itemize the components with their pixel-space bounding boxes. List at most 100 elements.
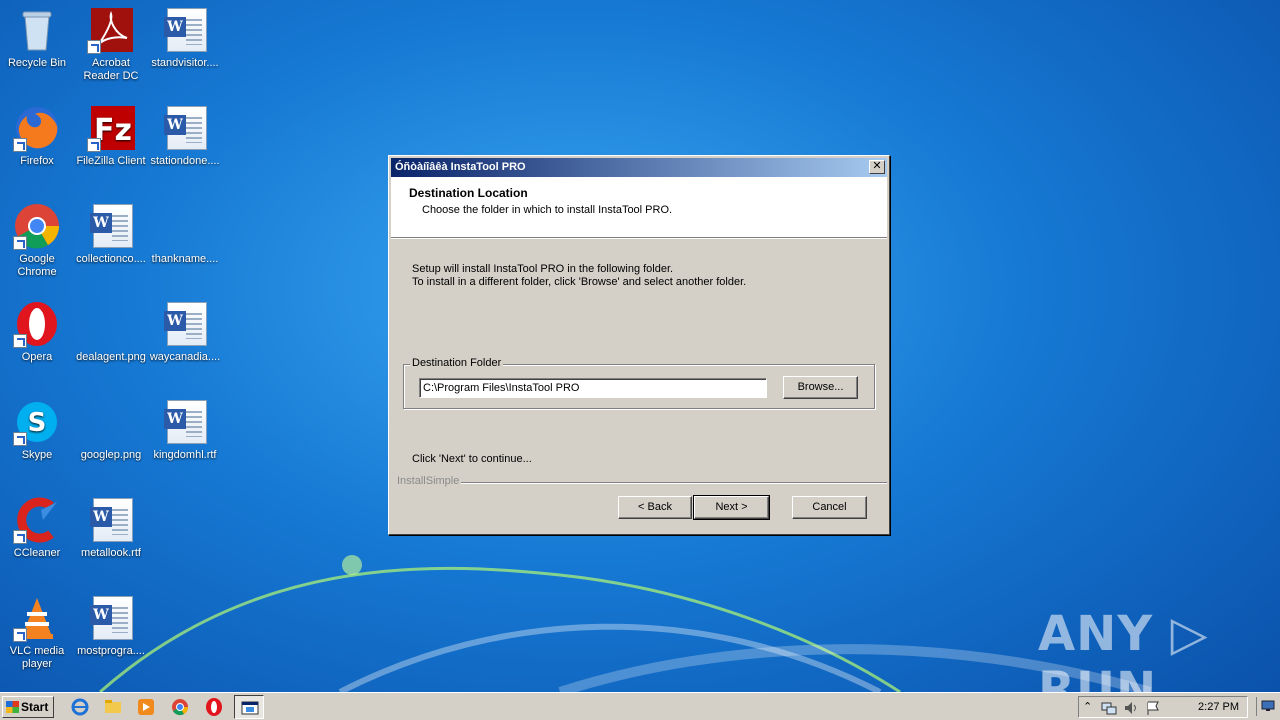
desktop-icon-label: thankname.... [151,253,219,265]
desktop-icon-chrome[interactable]: Google Chrome [0,202,74,279]
word-document-icon: W [87,496,135,544]
desktop-icon-doc[interactable]: W metallook.rtf [74,496,148,560]
installer-icon [241,701,259,715]
desktop-icon-doc[interactable]: W collectionco.... [74,202,148,266]
shortcut-arrow-icon [13,236,27,250]
back-button[interactable]: < Back [618,496,692,519]
desktop-icon-filezilla[interactable]: Fz FileZilla Client [74,104,148,168]
header-divider [391,238,887,239]
internet-explorer-icon[interactable] [70,697,90,717]
desktop-icon-opera[interactable]: Opera [0,300,74,364]
destination-path-input[interactable] [419,378,767,398]
media-player-icon[interactable] [136,697,156,717]
dialog-header-panel: Destination Location Choose the folder i… [391,177,887,238]
word-document-icon: W [161,104,209,152]
opera-taskbar-icon[interactable] [204,697,224,717]
brand-divider [461,482,887,484]
recycle-bin-icon [13,6,61,54]
desktop-icon-doc[interactable]: W waycanadia.... [148,300,222,364]
desktop-icon-label: metallook.rtf [81,547,141,559]
installer-dialog: Óñòàíîâêà InstaTool PRO ✕ Destination Lo… [388,155,890,535]
windows-logo-icon [6,701,19,713]
desktop-icon-label: stationdone.... [150,155,220,167]
start-button[interactable]: Start [2,696,54,718]
word-document-icon: W [87,594,135,642]
next-button[interactable]: Next > [693,495,770,520]
taskbar-installer-button[interactable] [234,695,264,719]
taskbar: Start ⌃ 2:27 PM [0,692,1280,720]
desktop-icon-label: Skype [21,449,53,461]
continue-hint: Click 'Next' to continue... [412,453,532,465]
browse-button[interactable]: Browse... [783,376,858,399]
skype-icon: S [13,398,61,446]
desktop-icon-image[interactable]: dealagent.png [74,300,148,364]
word-document-icon: W [161,398,209,446]
vlc-icon [13,594,61,642]
shortcut-arrow-icon [87,40,101,54]
desktop-icon-label: Acrobat Reader DC [83,57,139,82]
chrome-taskbar-icon[interactable] [170,697,190,717]
info-text-line1: Setup will install InstaTool PRO in the … [412,263,674,275]
cancel-button[interactable]: Cancel [792,496,867,519]
clock[interactable]: 2:27 PM [1198,701,1239,713]
shortcut-arrow-icon [13,628,27,642]
firefox-icon [13,104,61,152]
desktop-icon-ccleaner[interactable]: CCleaner [0,496,74,560]
acrobat-reader-icon [87,6,135,54]
word-document-icon: W [87,202,135,250]
desktop-icon-firefox[interactable]: Firefox [0,104,74,168]
dialog-title: Óñòàíîâêà InstaTool PRO [395,161,526,173]
desktop-icon-label: kingdomhl.rtf [153,449,217,461]
svg-text:S: S [28,408,47,438]
desktop-icon-label: VLC media player [9,645,65,670]
desktop-icon-doc[interactable]: W standvisitor.... [148,6,222,70]
desktop-icon-label: FileZilla Client [76,155,146,167]
shortcut-arrow-icon [13,530,27,544]
desktop-icon-vlc[interactable]: VLC media player [0,594,74,671]
desktop-icon-doc[interactable]: W kingdomhl.rtf [148,398,222,462]
info-text-line2: To install in a different folder, click … [412,276,747,288]
desktop-icon-doc[interactable]: W mostprogra.... [74,594,148,658]
start-label: Start [21,700,49,714]
desktop-icon-image[interactable]: googlep.png [74,398,148,462]
ccleaner-icon [13,496,61,544]
desktop-icon-label: Opera [21,351,53,363]
blank-image-icon [87,398,135,446]
action-center-flag-icon[interactable] [1145,700,1161,716]
desktop-icon-image[interactable]: thankname.... [148,202,222,266]
shortcut-arrow-icon [13,334,27,348]
group-label: Destination Folder [410,357,504,369]
opera-icon [13,300,61,348]
desktop-icon-recycle-bin[interactable]: Recycle Bin [0,6,74,70]
blank-image-icon [161,202,209,250]
desktop-icon-label: CCleaner [13,547,61,559]
chrome-icon [13,202,61,250]
desktop-icon-label: collectionco.... [76,253,146,265]
volume-icon[interactable] [1123,700,1139,716]
desktop-icon-label: standvisitor.... [151,57,219,69]
word-document-icon: W [161,6,209,54]
shortcut-arrow-icon [13,138,27,152]
desktop-icon-label: Recycle Bin [7,57,67,69]
system-tray: ⌃ 2:27 PM [1078,696,1248,718]
network-icon[interactable] [1101,700,1117,716]
desktop-icon-acrobat[interactable]: Acrobat Reader DC [74,6,148,83]
file-explorer-icon[interactable] [103,697,123,717]
shortcut-arrow-icon [13,432,27,446]
desktop-icon-label: googlep.png [80,449,142,461]
tray-expand-icon[interactable]: ⌃ [1083,700,1092,713]
step-subtitle: Choose the folder in which to install In… [422,204,673,216]
desktop-icon-label: Firefox [20,155,54,167]
step-title: Destination Location [409,186,528,200]
word-document-icon: W [161,300,209,348]
destination-folder-group: Destination Folder Browse... [403,357,875,409]
show-desktop-button[interactable] [1256,697,1278,716]
desktop-icon-label: Google Chrome [17,253,57,278]
close-button[interactable]: ✕ [869,160,885,174]
desktop-icon-skype[interactable]: S Skype [0,398,74,462]
monitor-icon [1261,700,1275,711]
dialog-titlebar[interactable]: Óñòàíîâêà InstaTool PRO ✕ [391,158,887,177]
filezilla-icon: Fz [87,104,135,152]
desktop-icon-doc[interactable]: W stationdone.... [148,104,222,168]
close-icon: ✕ [872,160,882,172]
